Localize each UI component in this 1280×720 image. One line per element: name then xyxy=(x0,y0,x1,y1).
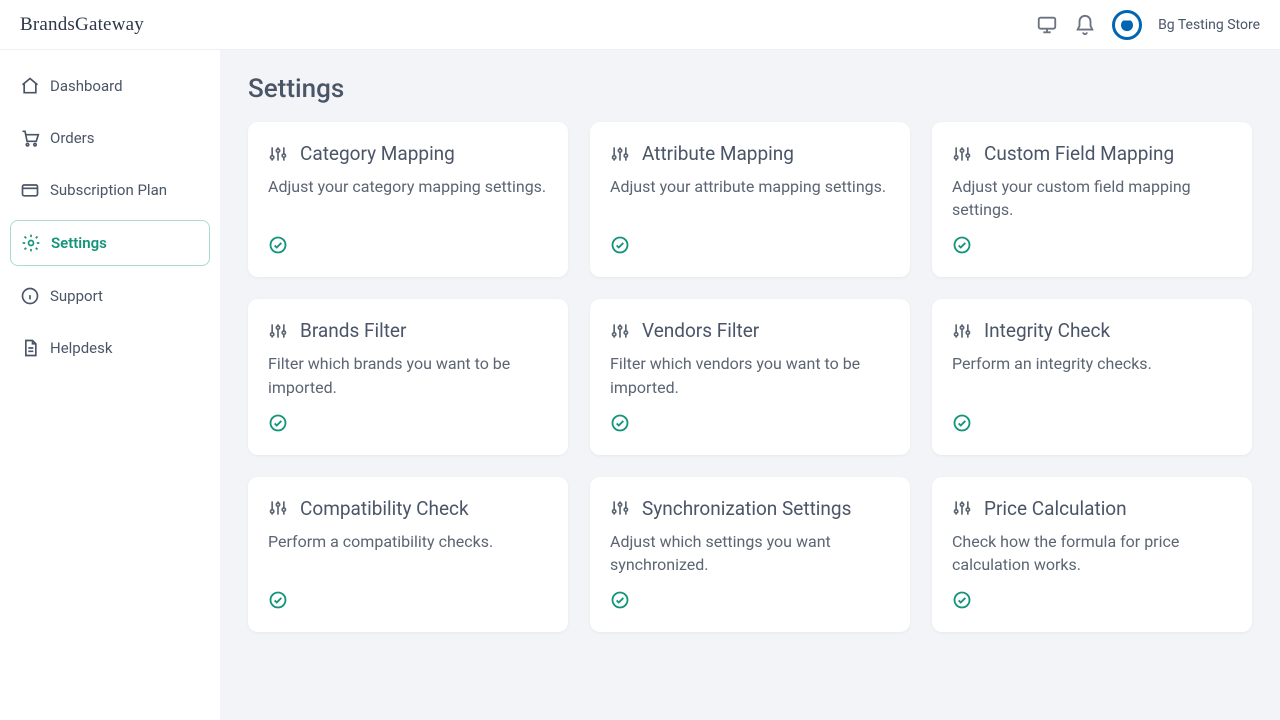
card-desc: Adjust your custom field mapping setting… xyxy=(952,175,1232,221)
page-title: Settings xyxy=(248,74,1252,104)
status-badge xyxy=(610,413,890,437)
sidebar-item-support[interactable]: Support xyxy=(10,274,210,318)
card-desc: Perform an integrity checks. xyxy=(952,352,1232,398)
status-badge xyxy=(952,413,1232,437)
card-desc: Adjust your attribute mapping settings. xyxy=(610,175,890,221)
card-title: Vendors Filter xyxy=(642,319,759,342)
card-desc: Check how the formula for price calculat… xyxy=(952,530,1232,576)
card-title: Category Mapping xyxy=(300,142,455,165)
settings-card-integrity-check[interactable]: Integrity Check Perform an integrity chec… xyxy=(932,299,1252,454)
card-header: Integrity Check xyxy=(952,319,1232,342)
sidebar-item-helpdesk[interactable]: Helpdesk xyxy=(10,326,210,370)
card-header: Synchronization Settings xyxy=(610,497,890,520)
file-icon xyxy=(20,338,40,358)
sidebar-item-label: Helpdesk xyxy=(50,339,112,357)
info-icon xyxy=(20,286,40,306)
settings-card-synchronization-settings[interactable]: Synchronization Settings Adjust which set… xyxy=(590,477,910,632)
card-icon xyxy=(20,180,40,200)
sidebar-item-label: Settings xyxy=(51,234,107,252)
settings-card-custom-field-mapping[interactable]: Custom Field Mapping Adjust your custom f… xyxy=(932,122,1252,277)
sliders-icon xyxy=(952,498,972,518)
check-circle-icon xyxy=(268,413,288,433)
check-circle-icon xyxy=(268,590,288,610)
card-title: Custom Field Mapping xyxy=(984,142,1174,165)
card-title: Compatibility Check xyxy=(300,497,469,520)
sidebar-item-subscription-plan[interactable]: Subscription Plan xyxy=(10,168,210,212)
card-desc: Adjust your category mapping settings. xyxy=(268,175,548,221)
card-header: Category Mapping xyxy=(268,142,548,165)
sliders-icon xyxy=(268,498,288,518)
sliders-icon xyxy=(610,144,630,164)
home-icon xyxy=(20,76,40,96)
sliders-icon xyxy=(268,321,288,341)
check-circle-icon xyxy=(610,235,630,255)
card-desc: Perform a compatibility checks. xyxy=(268,530,548,576)
cart-icon xyxy=(20,128,40,148)
sidebar-item-label: Orders xyxy=(50,129,95,147)
card-desc: Filter which brands you want to be impor… xyxy=(268,352,548,398)
sidebar-item-label: Support xyxy=(50,287,103,305)
sidebar-item-label: Subscription Plan xyxy=(50,181,167,199)
card-title: Integrity Check xyxy=(984,319,1110,342)
avatar[interactable] xyxy=(1112,10,1142,40)
check-circle-icon xyxy=(952,235,972,255)
card-desc: Filter which vendors you want to be impo… xyxy=(610,352,890,398)
sidebar-item-settings[interactable]: Settings xyxy=(10,220,210,266)
card-header: Compatibility Check xyxy=(268,497,548,520)
sliders-icon xyxy=(610,498,630,518)
main-panel: Settings Category Mapping Adjust your cat… xyxy=(220,50,1280,720)
check-circle-icon xyxy=(952,413,972,433)
sidebar: Dashboard Orders Subscription Plan Settings… xyxy=(0,50,220,720)
status-badge xyxy=(610,235,890,259)
sliders-icon xyxy=(952,144,972,164)
brand-logo: BrandsGateway xyxy=(20,14,144,36)
settings-card-price-calculation[interactable]: Price Calculation Check how the formula f… xyxy=(932,477,1252,632)
card-header: Vendors Filter xyxy=(610,319,890,342)
sidebar-item-orders[interactable]: Orders xyxy=(10,116,210,160)
card-title: Synchronization Settings xyxy=(642,497,851,520)
settings-cards: Category Mapping Adjust your category map… xyxy=(248,122,1252,632)
gear-icon xyxy=(21,233,41,253)
header-actions: Bg Testing Store xyxy=(1036,10,1260,40)
bell-icon[interactable] xyxy=(1074,14,1096,36)
settings-card-category-mapping[interactable]: Category Mapping Adjust your category map… xyxy=(248,122,568,277)
app-header: BrandsGateway Bg Testing Store xyxy=(0,0,1280,50)
settings-card-brands-filter[interactable]: Brands Filter Filter which brands you wan… xyxy=(248,299,568,454)
store-name[interactable]: Bg Testing Store xyxy=(1158,17,1260,33)
status-badge xyxy=(610,590,890,614)
check-circle-icon xyxy=(610,590,630,610)
card-header: Price Calculation xyxy=(952,497,1232,520)
power-icon xyxy=(1118,16,1136,34)
card-title: Brands Filter xyxy=(300,319,406,342)
check-circle-icon xyxy=(610,413,630,433)
card-title: Price Calculation xyxy=(984,497,1127,520)
status-badge xyxy=(952,235,1232,259)
settings-card-attribute-mapping[interactable]: Attribute Mapping Adjust your attribute m… xyxy=(590,122,910,277)
card-desc: Adjust which settings you want synchroni… xyxy=(610,530,890,576)
sliders-icon xyxy=(610,321,630,341)
settings-card-compatibility-check[interactable]: Compatibility Check Perform a compatibili… xyxy=(248,477,568,632)
card-header: Custom Field Mapping xyxy=(952,142,1232,165)
sidebar-item-label: Dashboard xyxy=(50,77,123,95)
card-header: Brands Filter xyxy=(268,319,548,342)
card-header: Attribute Mapping xyxy=(610,142,890,165)
status-badge xyxy=(268,235,548,259)
settings-card-vendors-filter[interactable]: Vendors Filter Filter which vendors you w… xyxy=(590,299,910,454)
sliders-icon xyxy=(268,144,288,164)
monitor-icon[interactable] xyxy=(1036,14,1058,36)
check-circle-icon xyxy=(268,235,288,255)
status-badge xyxy=(952,590,1232,614)
sliders-icon xyxy=(952,321,972,341)
status-badge xyxy=(268,413,548,437)
card-title: Attribute Mapping xyxy=(642,142,794,165)
check-circle-icon xyxy=(952,590,972,610)
sidebar-item-dashboard[interactable]: Dashboard xyxy=(10,64,210,108)
status-badge xyxy=(268,590,548,614)
